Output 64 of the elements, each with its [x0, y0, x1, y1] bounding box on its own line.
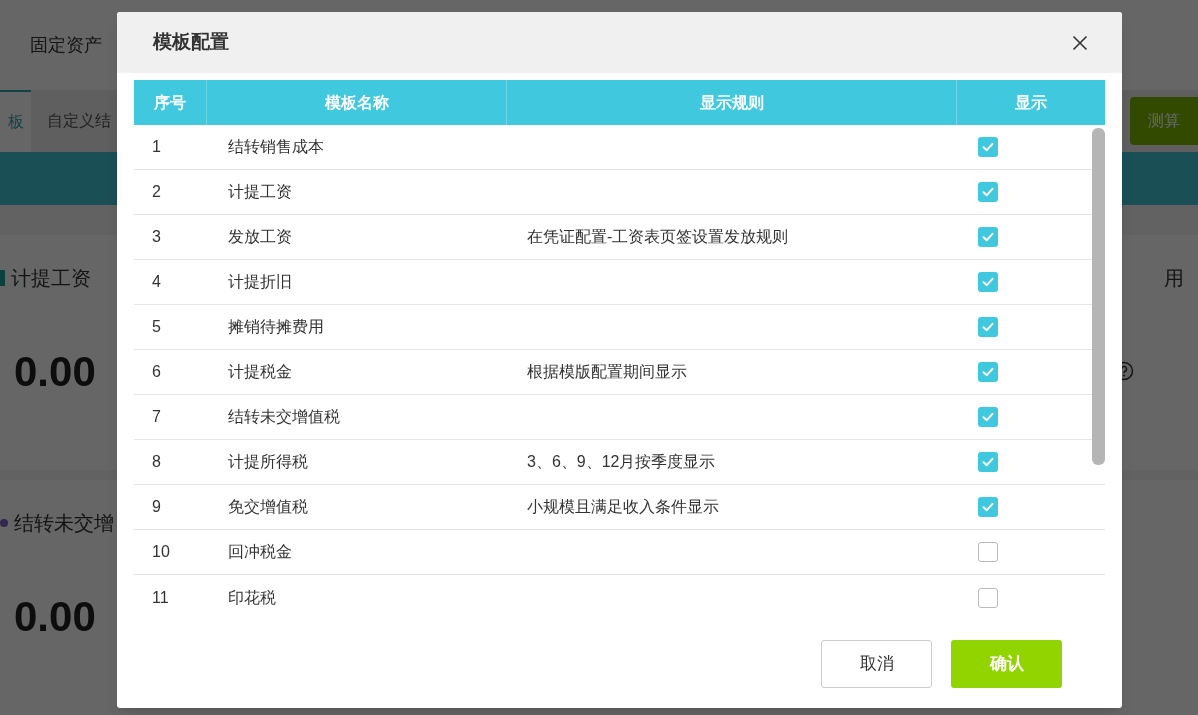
template-name: 回冲税金	[228, 542, 292, 562]
check-icon	[981, 500, 995, 514]
card-title: 用	[1164, 266, 1184, 291]
amount: 0.00	[14, 346, 96, 397]
row-number: 4	[152, 272, 161, 292]
column-header: 显示规则	[507, 80, 957, 125]
check-icon	[981, 410, 995, 424]
cancel-button[interactable]: 取消	[821, 640, 932, 688]
row-number: 9	[152, 497, 161, 517]
check-icon	[981, 140, 995, 154]
template-name: 摊销待摊费用	[228, 317, 324, 337]
checkbox[interactable]	[978, 542, 998, 562]
card-title: 结转未交增	[14, 511, 114, 536]
display-rule: 小规模且满足收入条件显示	[527, 497, 719, 517]
confirm-button[interactable]: 确认	[951, 640, 1062, 688]
calculate-button[interactable]: 测算	[1130, 97, 1198, 145]
checkbox[interactable]	[978, 137, 998, 157]
app-title: 固定资产	[30, 33, 102, 57]
check-icon	[981, 185, 995, 199]
tab[interactable]: 自定义结	[31, 90, 117, 152]
scrollbar[interactable]	[1092, 128, 1105, 465]
row-number: 11	[152, 587, 169, 608]
checkbox[interactable]	[978, 497, 998, 517]
column-header: 显示	[1014, 92, 1048, 113]
template-name: 计提工资	[228, 182, 292, 202]
row-number: 7	[152, 407, 161, 427]
checkbox[interactable]	[978, 452, 998, 472]
checkbox[interactable]	[978, 407, 998, 427]
template-name: 结转销售成本	[228, 137, 324, 157]
check-icon	[981, 320, 995, 334]
card-title: 计提工资	[11, 266, 91, 291]
template-name: 计提所得税	[228, 452, 308, 472]
row-number: 5	[152, 317, 161, 337]
template-name: 免交增值税	[228, 497, 308, 517]
check-icon	[981, 230, 995, 244]
checkbox[interactable]	[978, 227, 998, 247]
template-name: 计提税金	[228, 362, 292, 382]
close-icon[interactable]	[1072, 34, 1088, 51]
display-rule: 在凭证配置-工资表页签设置发放规则	[527, 227, 789, 247]
template-name: 印花税	[228, 587, 276, 608]
template-name: 结转未交增值税	[228, 407, 340, 427]
column-header: 模板名称	[207, 80, 507, 125]
row-number: 8	[152, 452, 161, 472]
check-icon	[981, 275, 995, 289]
display-rule: 3、6、9、12月按季度显示	[527, 452, 716, 472]
checkbox[interactable]	[978, 587, 998, 608]
template-name: 发放工资	[228, 227, 292, 247]
display-rule: 根据模版配置期间显示	[527, 362, 687, 382]
template-name: 计提折旧	[228, 272, 292, 292]
column-header: 序号	[134, 80, 207, 125]
row-number: 1	[152, 137, 161, 157]
row-number: 2	[152, 182, 161, 202]
checkbox[interactable]	[978, 182, 998, 202]
checkbox[interactable]	[978, 272, 998, 292]
dialog-title: 模板配置	[153, 30, 229, 55]
tab[interactable]: 板	[0, 90, 31, 152]
amount: 0.00	[14, 591, 96, 642]
checkbox[interactable]	[978, 317, 998, 337]
row-number: 6	[152, 362, 161, 382]
check-icon	[981, 455, 995, 469]
row-number: 10	[152, 542, 170, 562]
checkbox[interactable]	[978, 362, 998, 382]
check-icon	[981, 365, 995, 379]
row-number: 3	[152, 227, 161, 247]
